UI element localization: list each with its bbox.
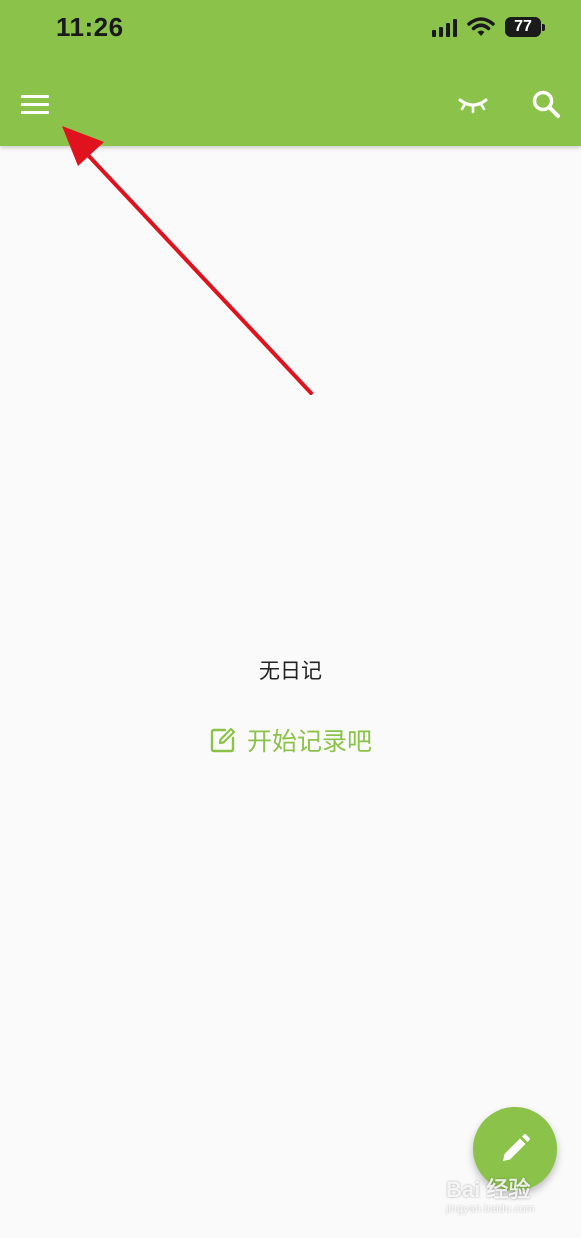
menu-button[interactable] — [14, 84, 56, 124]
edit-note-icon — [210, 727, 236, 753]
battery-icon: 77 — [505, 17, 545, 37]
start-recording-label: 开始记录吧 — [246, 727, 372, 756]
search-button[interactable] — [524, 82, 568, 126]
watermark-sub-text: jingyan.baidu.com — [446, 1203, 535, 1215]
closed-eye-icon — [458, 98, 488, 114]
empty-state-text: 无日记 — [259, 659, 322, 683]
watermark-main-text: Bai 经验 — [446, 1177, 531, 1202]
status-time: 11:26 — [56, 12, 124, 42]
wifi-icon — [467, 17, 495, 36]
battery-level: 77 — [514, 18, 532, 35]
status-icons: 77 — [432, 16, 545, 38]
pencil-icon — [503, 1134, 530, 1161]
annotation-arrow — [62, 126, 313, 395]
search-icon — [532, 90, 560, 118]
app-toolbar: 11:26 77 — [0, 0, 581, 146]
start-recording-link[interactable]: 开始记录吧 — [0, 722, 581, 758]
baidu-jingyan-watermark: Bai 经验 jingyan.baidu.com — [446, 1178, 576, 1216]
privacy-toggle-button[interactable] — [450, 84, 496, 124]
hamburger-menu-icon — [21, 95, 49, 114]
cellular-signal-icon — [432, 17, 457, 37]
